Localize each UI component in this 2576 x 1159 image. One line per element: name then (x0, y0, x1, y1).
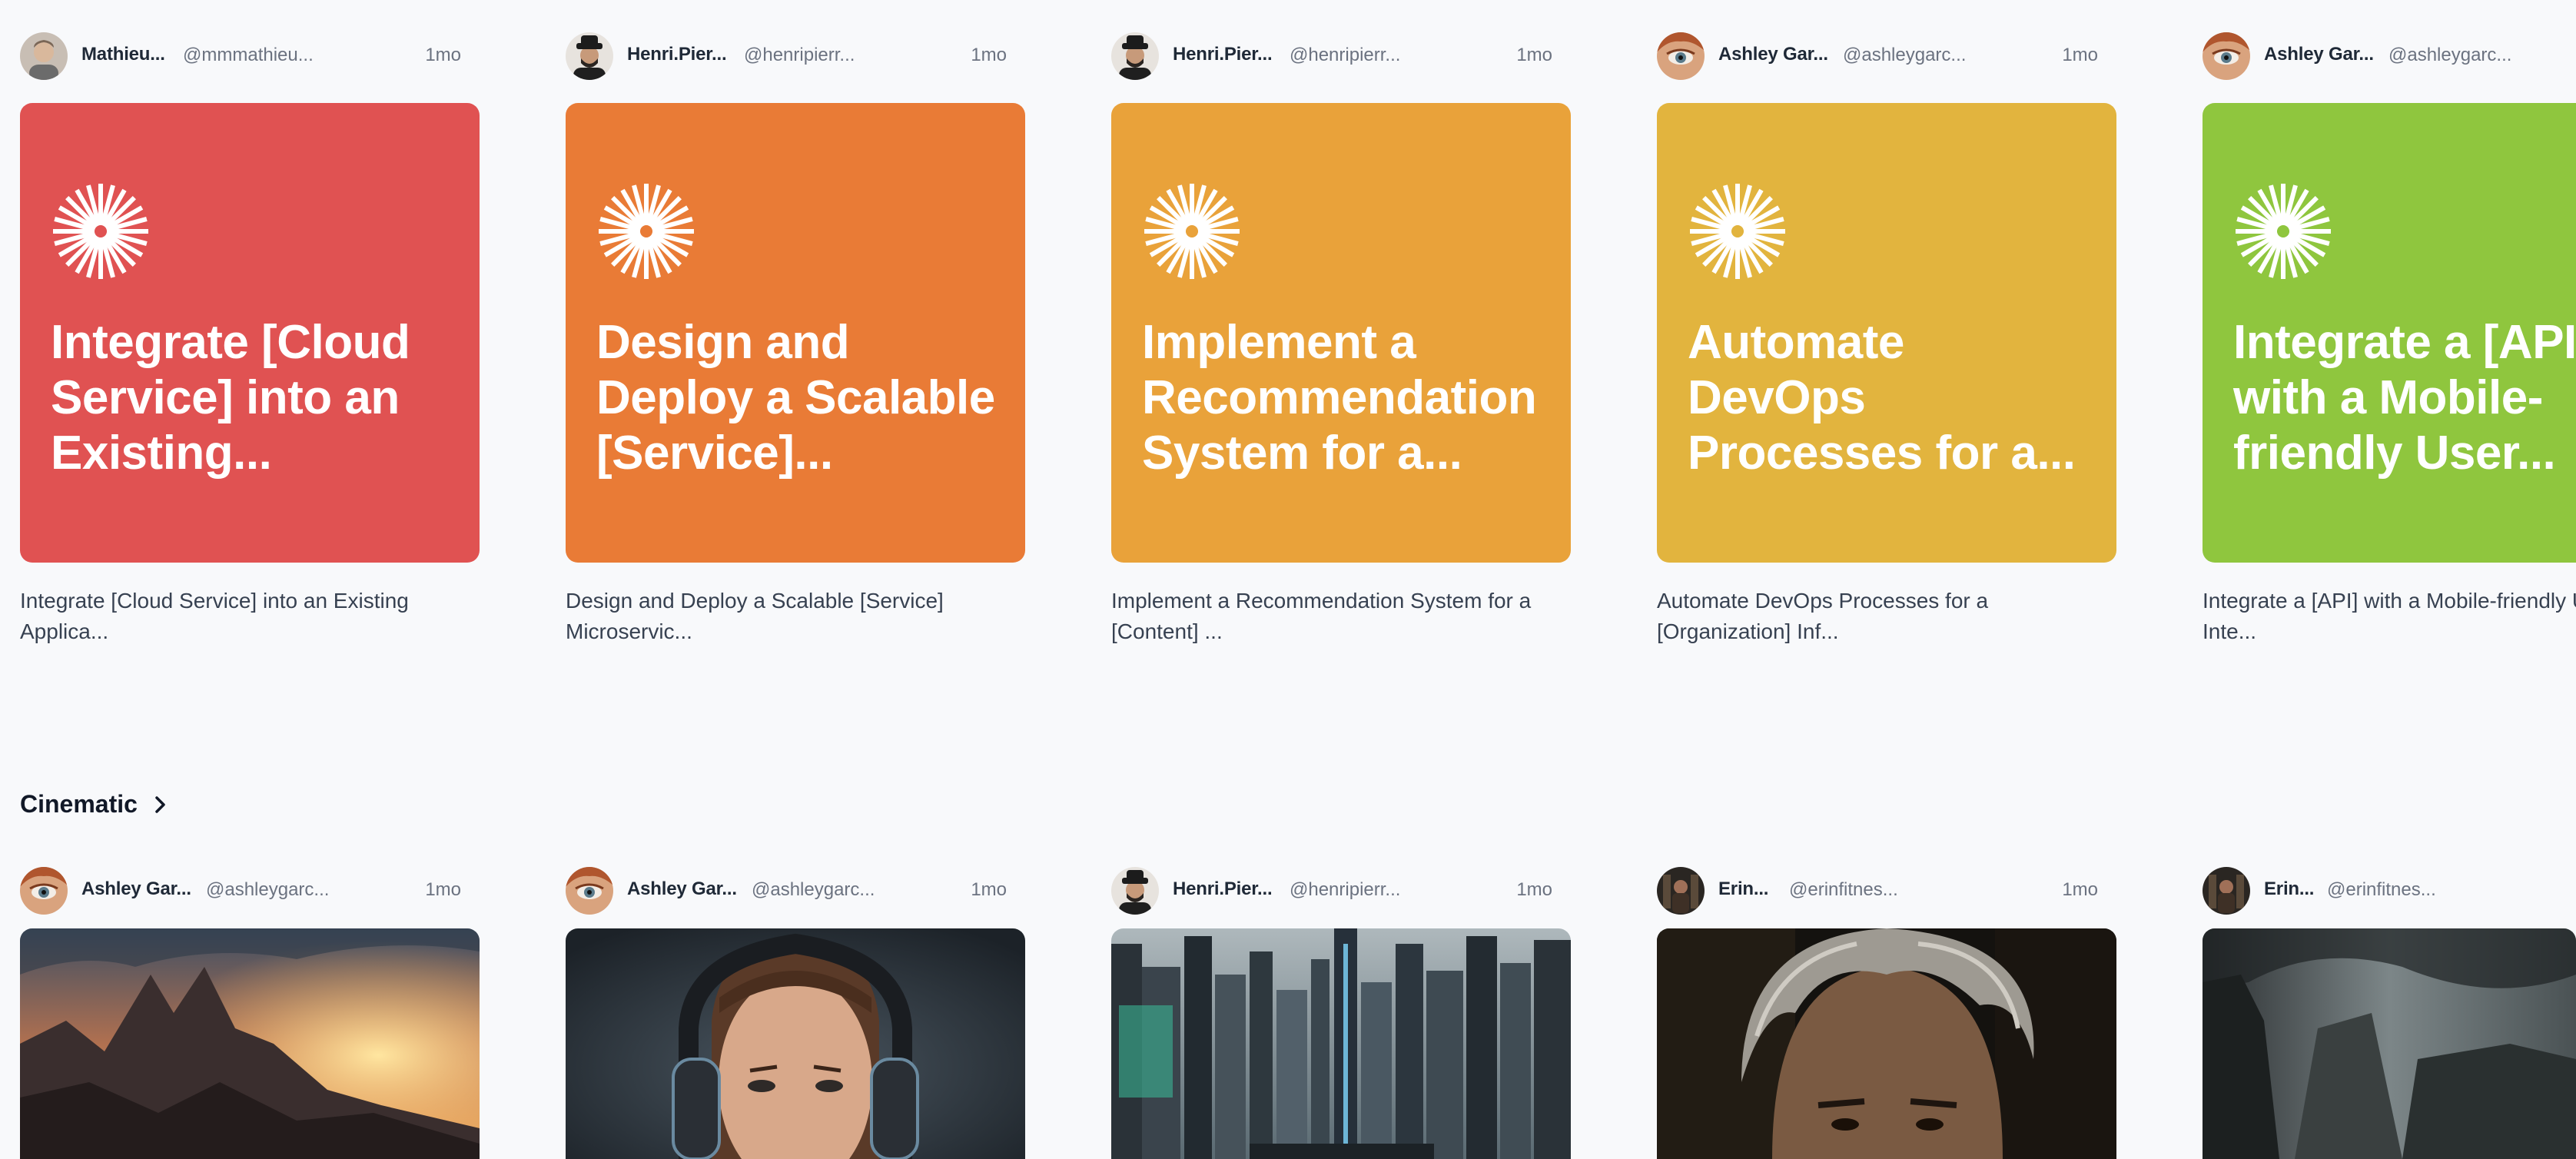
tile-title: Automate DevOps Processes for a... (1688, 316, 2076, 480)
avatar[interactable] (1111, 867, 1159, 915)
card-header: Mathieu... @mmmathieu... 1mo (20, 31, 480, 80)
prompt-card[interactable]: Ashley Gar... @ashleygarc... Integrate a… (2203, 31, 2576, 646)
author-name[interactable]: Henri.Pier... (627, 44, 727, 65)
sunburst-icon (1690, 184, 1785, 279)
card-description[interactable]: Integrate [Cloud Service] into an Existi… (20, 586, 480, 647)
author-handle: @henripierr... (1290, 45, 1401, 65)
author-handle: @henripierr... (1290, 879, 1401, 900)
woman-headphones-image[interactable] (566, 928, 1025, 1159)
timestamp: 1mo (2062, 879, 2098, 900)
timestamp: 1mo (971, 45, 1007, 65)
author-name[interactable]: Ashley Gar... (81, 878, 191, 900)
avatar[interactable] (2203, 867, 2250, 915)
tile-title: Integrate a [API] with a Mobile- friendl… (2233, 316, 2576, 480)
author-handle: @ashleygarc... (2388, 45, 2512, 65)
author-handle: @henripierr... (744, 45, 855, 65)
timestamp: 1mo (425, 879, 461, 900)
card-header: Erin... @erinfitnes... 1mo (1657, 865, 2116, 915)
futuristic-city-image[interactable] (1111, 928, 1571, 1159)
author-name[interactable]: Henri.Pier... (1173, 878, 1273, 900)
sunburst-icon (2236, 184, 2331, 279)
author-name[interactable]: Ashley Gar... (627, 878, 737, 900)
avatar[interactable] (2203, 32, 2250, 80)
prompt-tile[interactable]: Automate DevOps Processes for a... (1657, 103, 2116, 563)
image-card[interactable]: Erin... @erinfitnes... (2203, 865, 2576, 919)
card-header: Henri.Pier... @henripierr... 1mo (1111, 31, 1571, 80)
card-description[interactable]: Automate DevOps Processes for a [Organiz… (1657, 586, 2116, 647)
author-name[interactable]: Mathieu... (81, 44, 165, 65)
card-description[interactable]: Implement a Recommendation System for a … (1111, 586, 1571, 647)
card-description[interactable]: Design and Deploy a Scalable [Service] M… (566, 586, 1025, 647)
tile-title: Implement a Recommendation System for a.… (1142, 316, 1537, 480)
tile-title: Integrate [Cloud Service] into an Existi… (51, 316, 410, 480)
avatar[interactable] (20, 867, 68, 915)
avatar[interactable] (1657, 32, 1705, 80)
author-handle: @ashleygarc... (752, 879, 875, 900)
author-name[interactable]: Henri.Pier... (1173, 44, 1273, 65)
card-header: Henri.Pier... @henripierr... 1mo (566, 31, 1025, 80)
avatar[interactable] (20, 32, 68, 80)
avatar[interactable] (566, 32, 613, 80)
card-description[interactable]: Integrate a [API] with a Mobile-friendly… (2203, 586, 2576, 646)
avatar[interactable] (1657, 867, 1705, 915)
card-header: Ashley Gar... @ashleygarc... (2203, 31, 2576, 80)
timestamp: 1mo (425, 45, 461, 65)
author-handle: @mmmathieu... (183, 45, 314, 65)
author-name[interactable]: Erin... (2264, 878, 2314, 900)
author-handle: @ashleygarc... (1843, 45, 1967, 65)
author-handle: @ashleygarc... (206, 879, 330, 900)
section-title[interactable]: Cinematic (20, 790, 138, 819)
card-header: Ashley Gar... @ashleygarc... 1mo (20, 865, 480, 915)
prompt-tile[interactable]: Integrate [Cloud Service] into an Existi… (20, 103, 480, 563)
sunburst-icon (599, 184, 694, 279)
card-header: Ashley Gar... @ashleygarc... 1mo (566, 865, 1025, 915)
card-header: Ashley Gar... @ashleygarc... 1mo (1657, 31, 2116, 80)
chevron-right-icon[interactable] (152, 793, 169, 816)
timestamp: 1mo (1516, 45, 1552, 65)
author-name[interactable]: Ashley Gar... (1718, 44, 1828, 65)
card-header: Henri.Pier... @henripierr... 1mo (1111, 865, 1571, 915)
prompt-tile[interactable]: Integrate a [API] with a Mobile- friendl… (2203, 103, 2576, 563)
avatar[interactable] (566, 867, 613, 915)
timestamp: 1mo (2062, 45, 2098, 65)
stormy-cliffs-image[interactable] (2203, 928, 2576, 1159)
grey-haired-man-image[interactable] (1657, 928, 2116, 1159)
prompt-tile[interactable]: Implement a Recommendation System for a.… (1111, 103, 1571, 563)
timestamp: 1mo (971, 879, 1007, 900)
author-handle: @erinfitnes... (2327, 879, 2436, 900)
sunburst-icon (53, 184, 148, 279)
author-name[interactable]: Ashley Gar... (2264, 44, 2374, 65)
timestamp: 1mo (1516, 879, 1552, 900)
avatar[interactable] (1111, 32, 1159, 80)
tile-title: Design and Deploy a Scalable [Service]..… (596, 316, 995, 480)
author-handle: @erinfitnes... (1789, 879, 1898, 900)
card-header: Erin... @erinfitnes... (2203, 865, 2576, 915)
prompt-tile[interactable]: Design and Deploy a Scalable [Service]..… (566, 103, 1025, 563)
sunburst-icon (1144, 184, 1240, 279)
mountain-sunset-image[interactable] (20, 928, 480, 1159)
author-name[interactable]: Erin... (1718, 878, 1768, 900)
